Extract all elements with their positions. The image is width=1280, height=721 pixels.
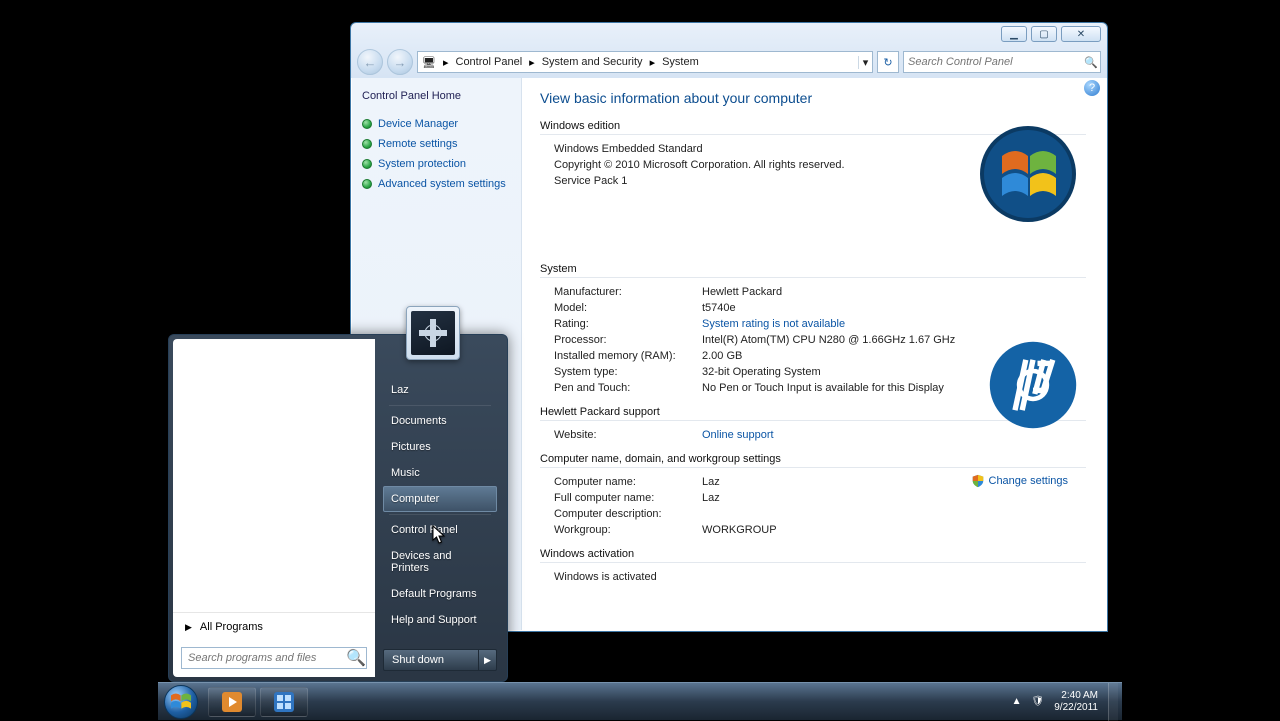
start-item-documents[interactable]: Documents	[383, 408, 497, 434]
start-menu: ▶ All Programs 🔍 Laz DocumentsPicturesMus…	[168, 334, 508, 682]
taskbar-app[interactable]	[260, 687, 308, 717]
help-icon[interactable]: ?	[1084, 80, 1100, 96]
separator	[389, 514, 491, 515]
shutdown-options-button[interactable]: ▶	[479, 649, 497, 671]
search-icon: 🔍	[1082, 56, 1100, 69]
cursor-icon	[432, 525, 446, 545]
section-system: System	[540, 263, 1086, 278]
user-avatar-icon	[411, 311, 455, 355]
crumb-1[interactable]: System and Security	[538, 56, 647, 68]
user-picture[interactable]	[406, 306, 460, 360]
window-titlebar: ▁ ▢ ✕	[351, 23, 1107, 47]
start-search-input[interactable]	[182, 652, 346, 664]
start-item-music[interactable]: Music	[383, 460, 497, 486]
start-item-devices-and-printers[interactable]: Devices and Printers	[383, 543, 497, 581]
bullet-icon	[362, 179, 372, 189]
taskbar-media-player[interactable]	[208, 687, 256, 717]
all-programs[interactable]: ▶ All Programs	[173, 612, 375, 641]
section-activation: Windows activation	[540, 548, 1086, 563]
tray-overflow-icon[interactable]: ▲	[1012, 696, 1022, 707]
windows-logo-icon	[978, 124, 1078, 224]
edition-sp: Service Pack 1	[554, 175, 627, 187]
bullet-icon	[362, 139, 372, 149]
sidebar-system-protection[interactable]: System protection	[362, 154, 511, 174]
windows-orb-icon	[164, 685, 198, 719]
edition-copyright: Copyright © 2010 Microsoft Corporation. …	[554, 159, 845, 171]
shutdown-group: Shut down ▶	[383, 649, 497, 671]
sidebar-remote-settings[interactable]: Remote settings	[362, 134, 511, 154]
crumb-0[interactable]: Control Panel	[452, 56, 527, 68]
rating-link[interactable]: System rating is not available	[702, 318, 845, 330]
edition-name: Windows Embedded Standard	[554, 143, 703, 155]
back-button[interactable]: ←	[357, 49, 383, 75]
crumb-2[interactable]: System	[658, 56, 703, 68]
section-naming: Computer name, domain, and workgroup set…	[540, 453, 1086, 468]
change-settings-link[interactable]: Change settings	[971, 474, 1069, 488]
start-item-pictures[interactable]: Pictures	[383, 434, 497, 460]
breadcrumb[interactable]: 🖥 ▸ Control Panel ▸ System and Security …	[417, 51, 873, 73]
start-button[interactable]	[158, 683, 204, 721]
chevron-right-icon: ▶	[185, 622, 192, 633]
search-box[interactable]: 🔍	[903, 51, 1101, 73]
page-title: View basic information about your comput…	[540, 90, 1086, 106]
start-item-computer[interactable]: Computer	[383, 486, 497, 512]
bullet-icon	[362, 119, 372, 129]
sidebar-home[interactable]: Control Panel Home	[362, 90, 511, 102]
address-dropdown[interactable]: ▾	[858, 56, 872, 69]
forward-button[interactable]: →	[387, 49, 413, 75]
start-item-default-programs[interactable]: Default Programs	[383, 581, 497, 607]
start-search-box[interactable]: 🔍	[181, 647, 367, 669]
nav-toolbar: ← → 🖥 ▸ Control Panel ▸ System and Secur…	[351, 47, 1107, 77]
start-right-panel: LazDocumentsPicturesMusicComputerControl…	[377, 339, 503, 677]
maximize-button[interactable]: ▢	[1031, 26, 1057, 42]
start-item-laz[interactable]: Laz	[383, 377, 497, 403]
shield-icon	[971, 474, 985, 488]
bullet-icon	[362, 159, 372, 169]
activation-status: Windows is activated	[554, 571, 657, 583]
minimize-button[interactable]: ▁	[1001, 26, 1027, 42]
shutdown-button[interactable]: Shut down	[383, 649, 479, 671]
start-item-help-and-support[interactable]: Help and Support	[383, 607, 497, 633]
show-desktop-button[interactable]	[1108, 683, 1118, 721]
taskbar: ▲ 🛡 2:40 AM 9/22/2011	[158, 682, 1122, 720]
tray-clock[interactable]: 2:40 AM 9/22/2011	[1054, 690, 1098, 713]
system-tray: ▲ 🛡 2:40 AM 9/22/2011	[1012, 683, 1122, 721]
start-left-panel: ▶ All Programs 🔍	[173, 339, 375, 677]
sidebar-device-manager[interactable]: Device Manager	[362, 114, 511, 134]
sidebar-advanced-settings[interactable]: Advanced system settings	[362, 174, 511, 194]
tray-shield-icon[interactable]: 🛡	[1032, 696, 1045, 707]
close-button[interactable]: ✕	[1061, 26, 1101, 42]
separator	[389, 405, 491, 406]
online-support-link[interactable]: Online support	[702, 429, 774, 441]
search-input[interactable]	[904, 56, 1082, 68]
hp-logo-icon	[988, 340, 1078, 430]
content: ? View basic information about your comp…	[522, 78, 1106, 630]
search-icon: 🔍	[346, 648, 366, 668]
control-panel-icon: 🖥	[418, 56, 440, 69]
refresh-button[interactable]: ↻	[877, 51, 899, 73]
